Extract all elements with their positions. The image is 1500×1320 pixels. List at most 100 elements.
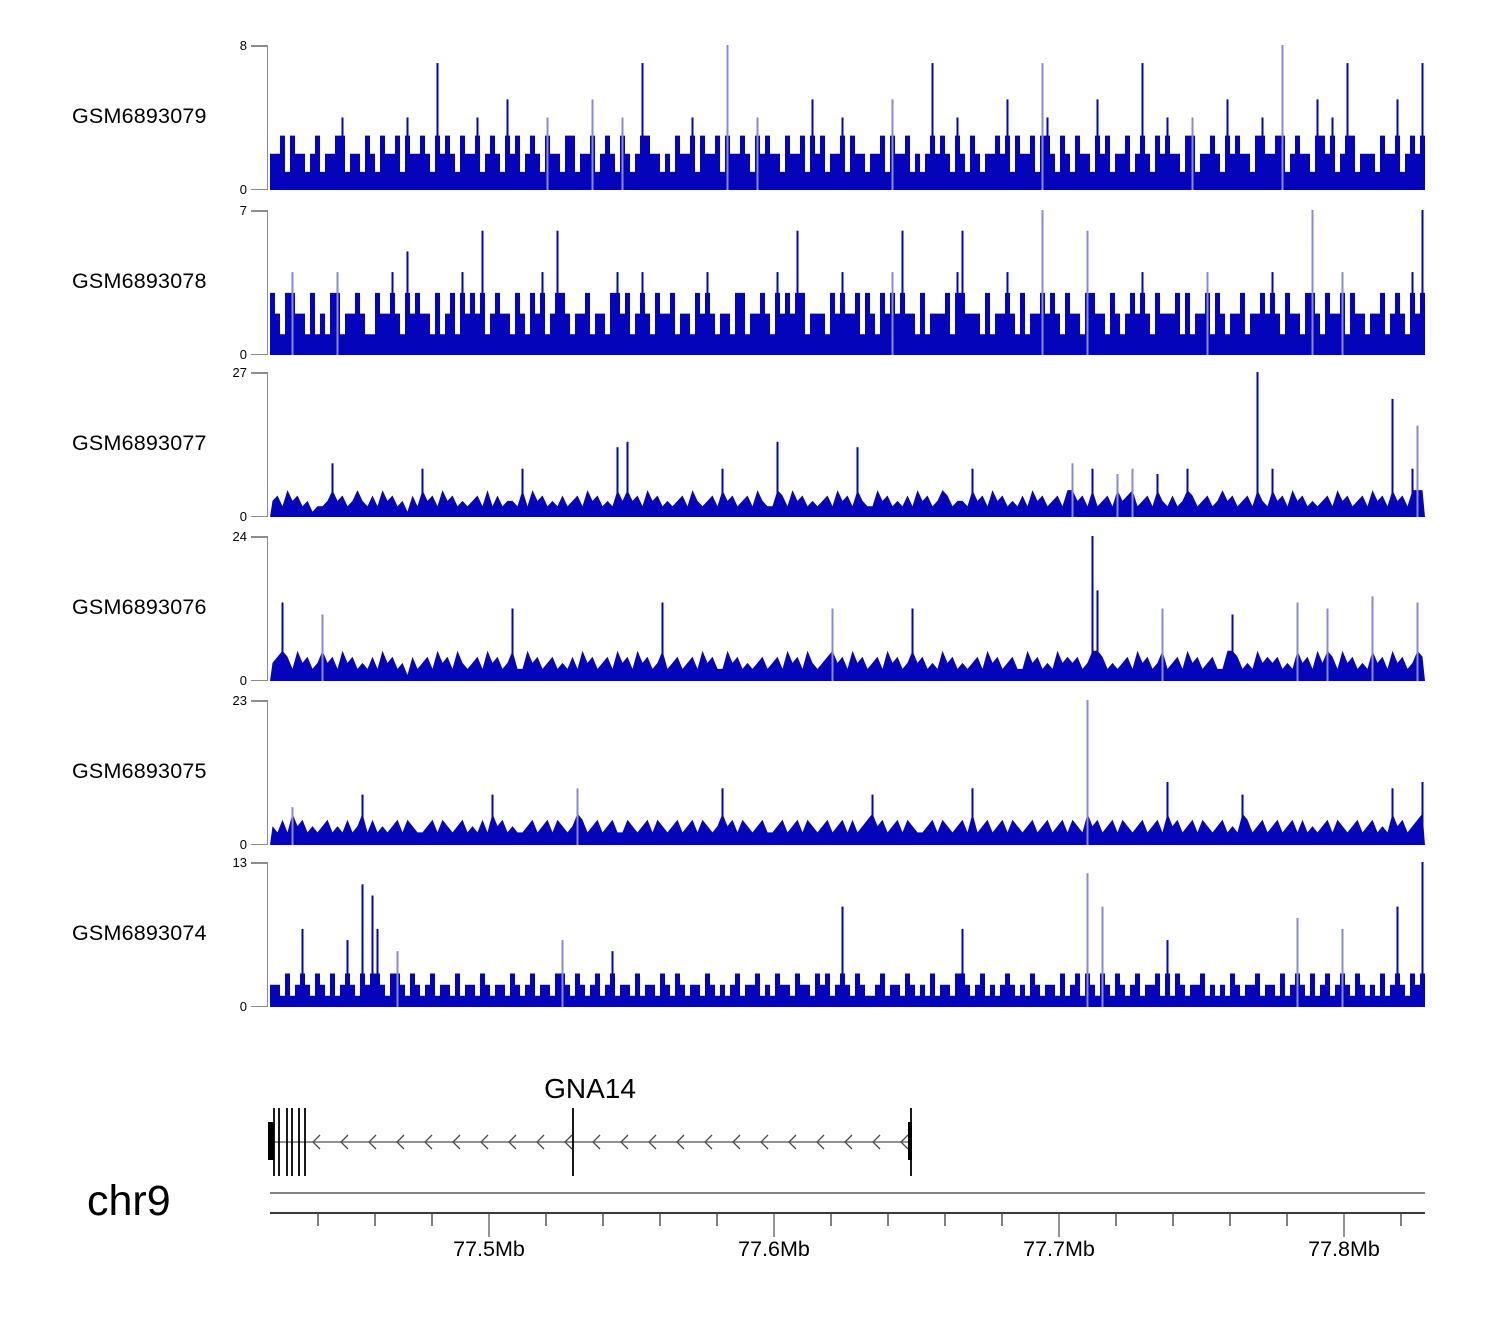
coverage-spike	[281, 602, 284, 681]
coverage-spike	[616, 272, 619, 355]
coverage-spike	[591, 99, 594, 190]
y-axis-bottom-tick	[251, 1005, 267, 1007]
coverage-spike	[626, 441, 629, 517]
coverage-spike	[1166, 940, 1169, 1007]
coverage-tracks-panel: GSM6893079 8 0 GSM6893078 7 0 GSM6893077 27 0 GSM…	[0, 0, 1500, 1040]
coverage-spike	[481, 230, 484, 355]
chromosome-label: chr9	[87, 1177, 171, 1225]
coverage-spike	[911, 608, 914, 681]
coverage-spike	[1186, 468, 1189, 517]
coverage-spike	[1156, 474, 1159, 517]
coverage-spike	[556, 230, 559, 355]
exon-box	[908, 1122, 912, 1160]
axis-tick-label: 77.7Mb	[1023, 1237, 1095, 1261]
coverage-spike	[1341, 272, 1344, 355]
coverage-spike	[406, 251, 409, 355]
coverage-plot	[270, 210, 1425, 355]
coverage-spike	[1086, 230, 1089, 355]
coverage-baseline-area	[270, 650, 1425, 681]
coverage-spike	[1191, 117, 1194, 190]
coverage-spike	[1131, 468, 1134, 517]
coverage-baseline-area	[270, 813, 1425, 845]
coverage-spike	[291, 807, 294, 845]
coverage-spike	[1416, 602, 1419, 681]
coverage-spike	[506, 99, 509, 190]
coverage-spike	[641, 63, 644, 190]
coverage-spike	[1416, 425, 1419, 517]
coverage-spike	[406, 117, 409, 190]
coverage-spike	[1421, 862, 1424, 1007]
coverage-spike	[1256, 372, 1259, 517]
coverage-spike	[796, 230, 799, 355]
coverage-spike	[1331, 117, 1334, 190]
track-sample-label: GSM6893079	[72, 103, 207, 128]
y-axis-bottom-tick	[251, 188, 267, 190]
coverage-spike	[1091, 468, 1094, 517]
coverage-spike	[436, 63, 439, 190]
coverage-spike	[901, 230, 904, 355]
coverage-spike	[541, 272, 544, 355]
y-axis-line	[266, 862, 268, 1007]
coverage-spike	[521, 468, 524, 517]
gene-model	[268, 1108, 912, 1176]
coverage-spike	[1206, 272, 1209, 355]
y-axis-bottom-tick	[251, 679, 267, 681]
coverage-spike	[1326, 608, 1329, 681]
coverage-spike	[1271, 272, 1274, 355]
y-axis-top-tick	[251, 862, 267, 864]
coverage-spike	[1391, 398, 1394, 517]
data-track: GSM6893074 13 0	[0, 856, 1500, 1013]
coverage-spikes	[331, 372, 1419, 517]
data-track: GSM6893078 7 0	[0, 204, 1500, 361]
coverage-spike	[611, 951, 614, 1007]
coverage-spike	[971, 468, 974, 517]
coverage-spike	[1231, 614, 1234, 681]
coverage-spike	[1346, 63, 1349, 190]
coverage-spike	[756, 117, 759, 190]
y-axis-max-label: 13	[232, 855, 247, 870]
gene-and-axis-panel: GNA14 77.5Mb 77.6Mb 77.7Mb 77.8Mb	[268, 1073, 1425, 1261]
coverage-spike	[831, 608, 834, 681]
track-sample-label: GSM6893075	[72, 758, 207, 783]
y-axis-line	[266, 700, 268, 845]
track-sample-label: GSM6893074	[72, 920, 207, 945]
coverage-spike	[811, 99, 814, 190]
axis-tick-label: 77.5Mb	[453, 1237, 525, 1261]
genome-browser-figure: GSM6893079 8 0 GSM6893078 7 0 GSM6893077 27 0 GSM…	[0, 0, 1500, 1320]
coverage-spike	[956, 117, 959, 190]
coverage-spike	[576, 788, 579, 845]
coverage-spike	[1096, 590, 1099, 681]
y-axis-line	[266, 45, 268, 190]
y-axis-zero-label: 0	[239, 837, 247, 852]
coverage-spike	[511, 608, 514, 681]
coverage-spike	[641, 272, 644, 355]
y-axis-line	[266, 536, 268, 681]
data-track: GSM6893079 8 0	[0, 39, 1500, 196]
y-axis-bottom-tick	[251, 353, 267, 355]
coverage-spike	[1071, 463, 1074, 517]
exon-box	[268, 1122, 274, 1160]
coverage-spike	[776, 272, 779, 355]
y-axis-max-label: 7	[239, 203, 247, 218]
coverage-spike	[1296, 602, 1299, 681]
coverage-spike	[841, 272, 844, 355]
coverage-spike	[1421, 782, 1424, 845]
coverage-spike	[706, 272, 709, 355]
coverage-spike	[321, 614, 324, 681]
coverage-baseline-area	[270, 973, 1425, 1007]
coverage-spike	[1101, 906, 1104, 1007]
coverage-spike	[616, 447, 619, 517]
coverage-spike	[1261, 117, 1264, 190]
y-axis-top-tick	[251, 700, 267, 702]
y-axis-top-tick	[251, 372, 267, 374]
track-sample-label: GSM6893078	[72, 268, 207, 293]
coverage-spike	[956, 272, 959, 355]
coverage-spike	[331, 463, 334, 517]
coverage-plot	[270, 700, 1425, 845]
coverage-spike	[891, 272, 894, 355]
coverage-spike	[1396, 99, 1399, 190]
y-axis-top-tick	[251, 536, 267, 538]
coverage-baseline-area	[270, 135, 1425, 190]
coverage-spike	[721, 468, 724, 517]
gene-name-label: GNA14	[544, 1073, 636, 1104]
